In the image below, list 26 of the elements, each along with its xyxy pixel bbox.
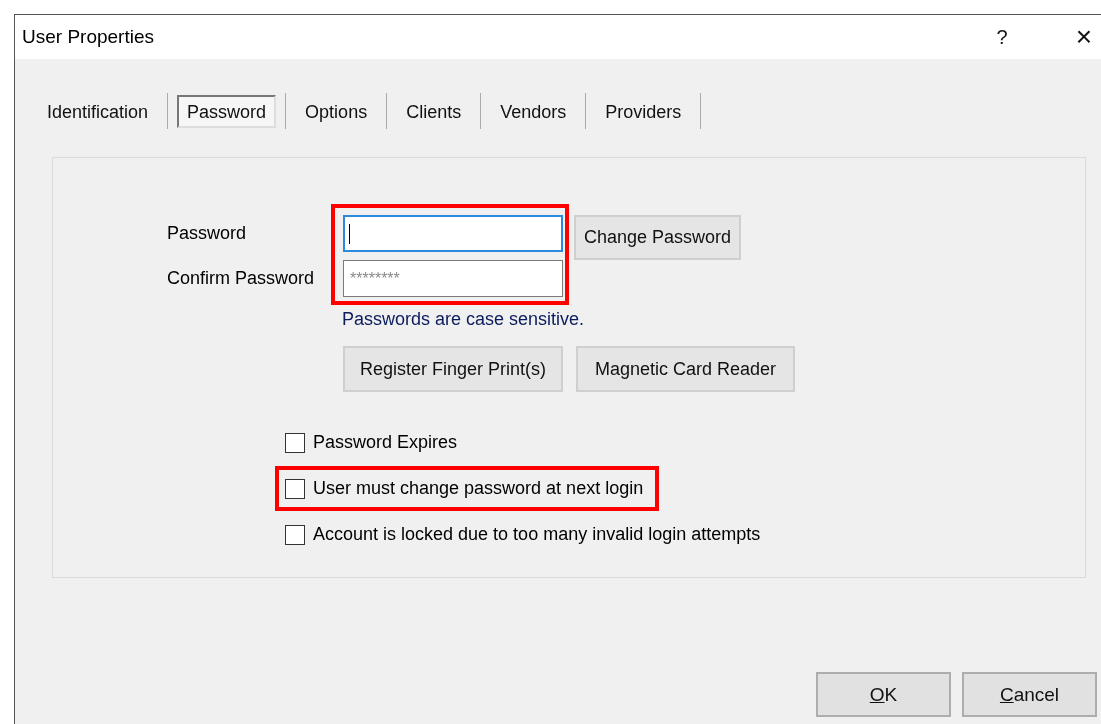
hint-text: Passwords are case sensitive. — [342, 310, 586, 328]
checkbox-label: Password Expires — [313, 432, 458, 453]
checkbox[interactable] — [285, 478, 305, 499]
password-field[interactable] — [343, 215, 563, 252]
close-button[interactable]: × — [1072, 21, 1096, 53]
tab[interactable]: Clients — [396, 95, 472, 127]
tab[interactable]: Password — [177, 94, 277, 128]
field-label: Password — [167, 222, 248, 245]
tab[interactable]: Identification — [37, 95, 159, 127]
checkbox[interactable] — [285, 432, 305, 453]
checkbox-label: User must change password at next login — [313, 478, 644, 499]
device-button[interactable]: Magnetic Card Reader — [576, 346, 795, 392]
ok-button[interactable]: OK — [816, 672, 951, 717]
checkbox[interactable] — [285, 524, 305, 545]
window-title: User Properties — [22, 26, 155, 48]
tab[interactable]: Providers — [595, 95, 692, 127]
help-button[interactable]: ? — [990, 25, 1014, 49]
device-button[interactable]: Register Finger Print(s) — [343, 346, 563, 392]
field-label: Confirm Password — [167, 267, 316, 290]
checkbox-label: Account is locked due to too many invalid login attempts — [313, 524, 761, 545]
password-field[interactable]: ******** — [343, 260, 563, 297]
change-password-button[interactable]: Change Password — [574, 215, 742, 260]
cancel-button[interactable]: Cancel — [962, 672, 1097, 717]
tab[interactable]: Options — [295, 95, 378, 127]
text-cursor — [349, 223, 350, 244]
tab[interactable]: Vendors — [490, 95, 577, 127]
